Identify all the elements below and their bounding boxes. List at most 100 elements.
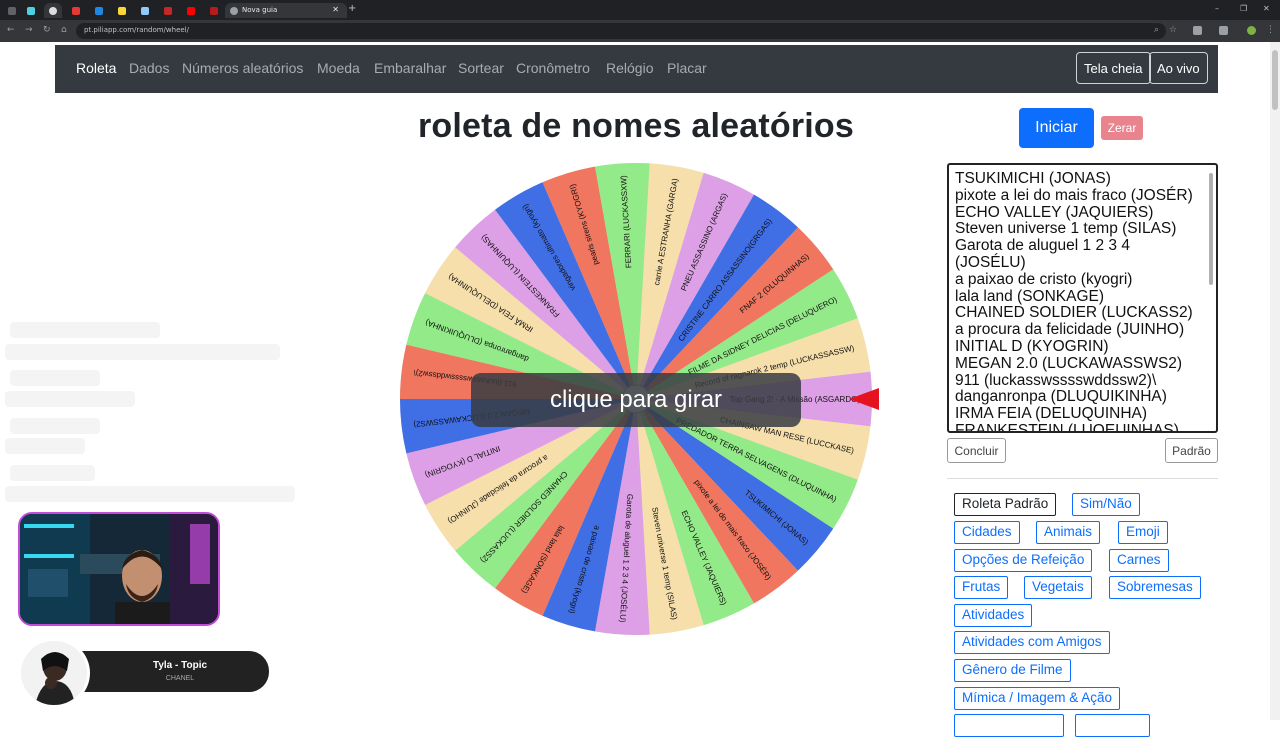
chat-row: [10, 418, 100, 434]
forward-icon[interactable]: →: [25, 25, 33, 35]
fullscreen-button[interactable]: Tela cheia: [1076, 52, 1151, 84]
tab-favicon-4[interactable]: [67, 3, 85, 18]
track-artist: CHANEL: [165, 675, 195, 682]
tab-icon: [95, 7, 103, 15]
tab-favicon-1[interactable]: [3, 3, 21, 18]
reset-button[interactable]: Zerar: [1101, 116, 1143, 140]
preset-atividades-amigos[interactable]: Atividades com Amigos: [954, 631, 1110, 654]
preset-genero-filme[interactable]: Gênero de Filme: [954, 659, 1071, 682]
tab-icon: [8, 7, 16, 15]
chat-row: [10, 370, 100, 386]
default-button[interactable]: Padrão: [1165, 438, 1218, 463]
names-line: ECHO VALLEY (JAQUIERS): [955, 203, 1154, 221]
extension-icon[interactable]: [1219, 26, 1228, 35]
now-playing-widget: Tyla - Topic CHANEL: [18, 638, 269, 708]
names-line: (JOSÉLU): [955, 253, 1026, 271]
profile-avatar-icon[interactable]: [1247, 26, 1256, 35]
nav-sortear[interactable]: Sortear: [458, 60, 504, 76]
preset-mimica[interactable]: Mímica / Imagem & Ação: [954, 687, 1121, 710]
scrollbar-thumb[interactable]: [1272, 50, 1278, 110]
names-line: Garota de aluguel 1 2 3 4: [955, 237, 1130, 255]
address-bar: ← → ↻ ⌂ pt.piliapp.com/random/wheel/ ⌕ ☆…: [0, 20, 1280, 42]
tab-favicon-2[interactable]: [22, 3, 40, 18]
globe-icon: [230, 7, 238, 15]
webcam-image: [20, 514, 218, 624]
nav-embaralhar[interactable]: Embaralhar: [374, 60, 446, 76]
nav-relogio[interactable]: Relógio: [606, 60, 653, 76]
wheel-pointer-icon: [849, 388, 879, 410]
webcam-feed: [18, 512, 220, 626]
tab-icon: [210, 7, 218, 15]
tab-favicon-7[interactable]: [136, 3, 154, 18]
names-line: Steven universe 1 temp (SILAS): [955, 220, 1177, 238]
names-line: pixote a lei do mais fraco (JOSÉR): [955, 186, 1193, 204]
nav-numeros-aleatorios[interactable]: Números aleatórios: [182, 60, 303, 76]
home-icon[interactable]: ⌂: [61, 25, 67, 35]
preset-sim-nao[interactable]: Sim/Não: [1072, 493, 1140, 516]
preset-emoji[interactable]: Emoji: [1118, 521, 1168, 544]
close-tab-icon[interactable]: ✕: [332, 5, 339, 14]
preset-cidades[interactable]: Cidades: [954, 521, 1020, 544]
chat-row: [10, 322, 160, 338]
preset-atividades[interactable]: Atividades: [954, 604, 1033, 627]
tab-icon: [27, 7, 35, 15]
preset-roleta-padrao[interactable]: Roleta Padrão: [954, 493, 1057, 516]
chat-row: [5, 438, 85, 454]
chat-row: [5, 344, 280, 360]
divider: [947, 478, 1218, 479]
preset-more[interactable]: [1075, 714, 1150, 737]
names-line: a procura da felicidade (JUINHO): [955, 321, 1185, 339]
chat-row: [5, 486, 295, 502]
preset-carnes[interactable]: Carnes: [1109, 549, 1169, 572]
preset-animais[interactable]: Animais: [1036, 521, 1101, 544]
names-lines: TSUKIMICHI (JONAS) pixote a lei do mais f…: [955, 170, 1205, 431]
extension-icon[interactable]: [1193, 26, 1202, 35]
url-field[interactable]: pt.piliapp.com/random/wheel/ ⌕ ☆: [76, 23, 1177, 39]
names-line: lala land (SONKAGE): [955, 287, 1105, 305]
preset-more[interactable]: [954, 714, 1064, 737]
names-textarea[interactable]: TSUKIMICHI (JONAS) pixote a lei do mais f…: [947, 163, 1218, 433]
names-line: CHAINED SOLDIER (LUCKASS2): [955, 304, 1193, 322]
reload-icon[interactable]: ↻: [43, 25, 51, 35]
live-button[interactable]: Ao vivo: [1149, 52, 1208, 84]
tab-favicon-8[interactable]: [159, 3, 177, 18]
nav-placar[interactable]: Placar: [667, 60, 707, 76]
new-tab-icon[interactable]: +: [348, 3, 356, 14]
tab-icon: [118, 7, 126, 15]
bookmark-star-icon[interactable]: ☆: [1169, 25, 1177, 35]
back-icon[interactable]: ←: [7, 25, 15, 35]
tab-favicon-10[interactable]: [205, 3, 223, 18]
tab-favicon-3[interactable]: [44, 3, 62, 18]
tab-favicon-5[interactable]: [90, 3, 108, 18]
preset-opcoes-refeicao[interactable]: Opções de Refeição: [954, 549, 1093, 572]
preset-sobremesas[interactable]: Sobremesas: [1109, 576, 1201, 599]
preset-vegetais[interactable]: Vegetais: [1024, 576, 1092, 599]
names-line: 911 (luckasswsssswddssw2)\: [955, 371, 1157, 389]
site-navbar: Roleta Dados Números aleatórios Moeda Em…: [55, 45, 1218, 93]
album-art: [18, 638, 90, 708]
textarea-scroll-thumb[interactable]: [1209, 173, 1213, 285]
nav-dados[interactable]: Dados: [129, 60, 169, 76]
maximize-icon[interactable]: ❐: [1240, 4, 1247, 13]
zoom-icon[interactable]: ⌕: [1154, 25, 1159, 35]
spin-prompt[interactable]: clique para girar: [471, 373, 801, 427]
tab-favicon-6[interactable]: [113, 3, 131, 18]
minimize-icon[interactable]: –: [1215, 4, 1219, 13]
preset-frutas[interactable]: Frutas: [954, 576, 1009, 599]
menu-icon[interactable]: ⋮: [1266, 25, 1275, 35]
close-window-icon[interactable]: ✕: [1263, 4, 1270, 13]
conclude-button[interactable]: Concluir: [947, 438, 1006, 463]
textarea-scrollbar[interactable]: [1208, 167, 1214, 429]
page-scrollbar[interactable]: [1270, 42, 1280, 720]
nav-roleta[interactable]: Roleta: [76, 60, 116, 76]
tab-icon: [49, 7, 57, 15]
browser-tab-strip: Nova guia ✕ + – ❐ ✕: [0, 0, 1280, 20]
chat-row: [10, 465, 95, 481]
nav-cronometro[interactable]: Cronômetro: [516, 60, 590, 76]
names-line: INITIAL D (KYOGRIN): [955, 337, 1109, 355]
tab-icon: [72, 7, 80, 15]
start-button[interactable]: Iniciar: [1019, 108, 1094, 148]
tab-active[interactable]: Nova guia ✕: [225, 3, 347, 18]
tab-favicon-9[interactable]: [182, 3, 200, 18]
nav-moeda[interactable]: Moeda: [317, 60, 360, 76]
